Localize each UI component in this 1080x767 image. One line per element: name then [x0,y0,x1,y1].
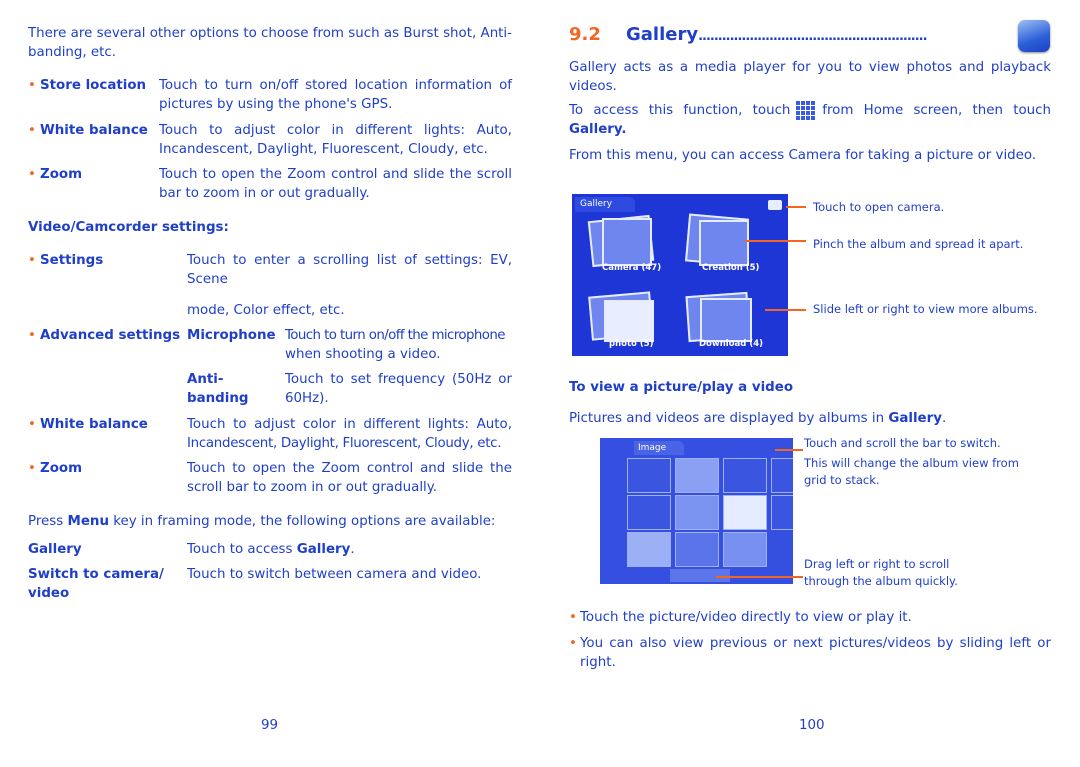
callout-text: through the album quickly. [804,574,958,588]
desc-line: pictures by using the phone's GPS. [159,97,393,112]
callout-line [786,206,806,208]
bullet: • [28,461,36,476]
camera-icon [768,200,782,210]
bullet: • [28,78,36,93]
desc-line: Touch to open the Zoom control and slide… [187,461,512,476]
callout-text: Touch and scroll the bar to switch. [804,436,1001,450]
bullet: • [28,328,36,343]
menu-note: Press Menu key in framing mode, the foll… [28,513,495,531]
gallery-albums-screenshot: Gallery Camera (47) Creation (5) photo (… [572,194,788,356]
bullet: • [28,167,36,182]
bullet: • [28,417,36,432]
para-access: To access this function, touch from Home… [569,100,1051,120]
callout-line [745,240,806,242]
section-title: Gallery.................................… [626,24,928,48]
album-label: photo (5) [609,339,654,349]
desc-line: Touch to adjust color in different light… [159,123,512,138]
desc-line: Touch to turn on/off the microphone [285,328,505,343]
bullet-text: Touch the picture/video directly to view… [580,610,912,625]
term-anti-banding: Anti- [187,372,224,387]
gallery-bold: Gallery. [569,122,627,137]
term-zoom-video: Zoom [40,461,83,476]
intro-line: There are several other options to choos… [28,26,512,41]
app-grid-icon [796,100,817,120]
callout-line [716,576,803,578]
callout-text: Pinch the album and spread it apart. [813,237,1024,251]
text: Gallery [296,542,351,557]
term-microphone: Microphone [187,328,276,343]
term-switch-camera: Switch to camera/ [28,567,164,582]
text: Gallery [888,411,942,426]
callout-line [765,309,806,311]
desc-line: Touch to enter a scrolling list of setti… [187,253,512,268]
term-advanced-settings: Advanced settings [40,328,181,343]
desc-line: scroll bar to zoom in or out gradually. [187,480,438,495]
desc-line: Touch to open the Zoom control and slide… [159,167,512,182]
text: . [350,542,355,557]
page-number-right: 100 [799,718,825,733]
term-anti-banding-2: banding [187,391,249,406]
para-line: videos. [569,79,617,94]
desc-gallery: Touch to access Gallery. [187,541,355,559]
bullet-text: You can also view previous or next pictu… [580,636,1051,651]
section-number: 9.2 [569,24,601,45]
screenshot-header: Gallery [580,199,613,209]
callout-text: Slide left or right to view more albums. [813,302,1038,316]
para-albums: Pictures and videos are displayed by alb… [569,410,946,428]
bullet-text: right. [580,655,616,670]
video-settings-heading: Video/Camcorder settings: [28,220,229,235]
page-number-left: 99 [261,718,279,733]
title-text: Gallery [626,24,699,45]
bullet: • [569,610,577,625]
desc-line: bar to zoom in or out gradually. [159,186,370,201]
text: To access this function, touch [569,103,791,118]
callout-text: Drag left or right to scroll [804,557,950,571]
screenshot-header: Image [638,443,667,453]
bullet: • [28,253,36,268]
desc-line: 60Hz). [285,391,329,406]
text: . [941,411,947,426]
callout-text: Touch to open camera. [813,200,945,214]
text: from Home screen, then touch [822,103,1051,118]
album-label: Camera (47) [602,263,662,273]
desc-line: mode, Color effect, etc. [187,303,345,318]
desc-line: Incandescent, Daylight, Fluorescent, Clo… [187,436,502,451]
callout-line [775,449,803,451]
para-line: Gallery acts as a media player for you t… [569,60,1051,75]
term-switch-camera-2: video [28,586,70,601]
subheading: To view a picture/play a video [569,380,794,395]
album-label: Creation (5) [702,263,760,273]
term-store-location: Store location [40,78,147,93]
desc-line: Touch to adjust color in different light… [187,417,512,432]
leader-dots: ........................................… [698,29,927,44]
desc-line: Touch to set frequency (50Hz or [285,372,512,387]
menu-key: Menu [67,514,109,529]
text: Press [28,514,68,529]
desc-line: Scene [187,272,228,287]
callout-text: grid to stack. [804,473,880,487]
desc-line: Touch to turn on/off stored location inf… [159,78,512,93]
term-white-balance: White balance [40,123,148,138]
bullet: • [28,123,36,138]
image-grid-screenshot: Image [600,438,793,584]
term-gallery: Gallery [28,542,82,557]
callout-text: This will change the album view from [804,456,1019,470]
text: Pictures and videos are displayed by alb… [569,411,889,426]
desc-line: when shooting a video. [285,347,441,362]
desc-switch-camera: Touch to switch between camera and video… [187,567,482,582]
bullet: • [569,636,577,651]
term-zoom: Zoom [40,167,83,182]
album-label: Download (4) [699,339,764,349]
gallery-app-icon [1018,20,1050,52]
text: key in framing mode, the following optio… [108,514,496,529]
term-white-balance-video: White balance [40,417,148,432]
desc-line: Incandescent, Daylight, Fluorescent, Clo… [159,142,488,157]
text: Touch to access [187,542,297,557]
para-line: From this menu, you can access Camera fo… [569,148,1037,163]
term-settings: Settings [40,253,104,268]
intro-line: banding, etc. [28,45,117,60]
